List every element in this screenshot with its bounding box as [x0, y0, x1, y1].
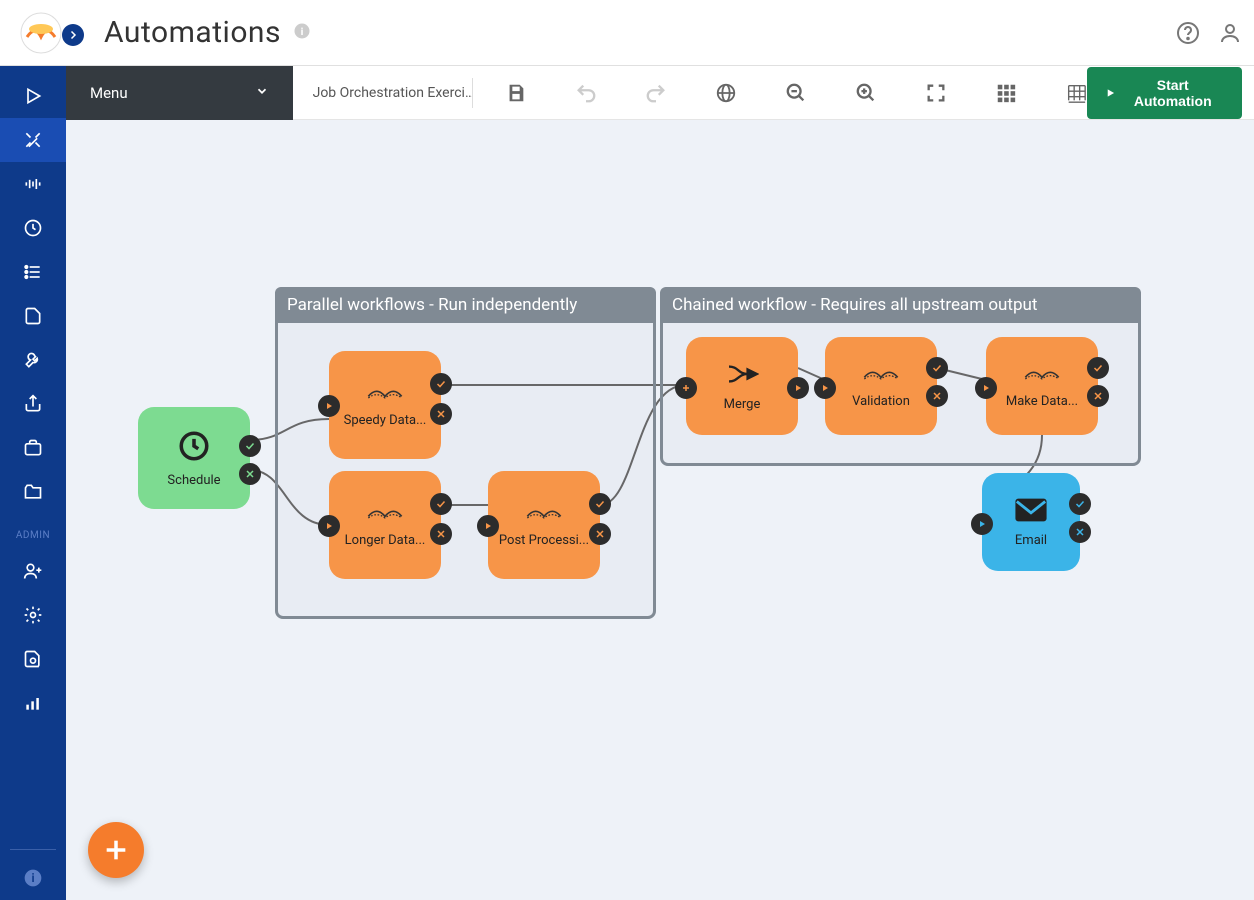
port-out-fail[interactable]: [926, 385, 948, 407]
project-name[interactable]: Job Orchestration Exerci…: [293, 78, 473, 108]
wave-icon: [1022, 364, 1062, 388]
port-out-success[interactable]: [430, 493, 452, 515]
sidebar-item-streams[interactable]: [0, 162, 66, 206]
app-header: Automations i: [0, 0, 1254, 66]
port-out-success[interactable]: [589, 493, 611, 515]
port-out-success[interactable]: [926, 357, 948, 379]
node-label: Speedy Data...: [336, 413, 435, 428]
port-out-fail[interactable]: [430, 403, 452, 425]
undo-icon[interactable]: [575, 82, 597, 104]
port-out[interactable]: [787, 377, 809, 399]
port-in[interactable]: [675, 377, 697, 399]
page-title: Automations: [104, 15, 281, 50]
globe-icon[interactable]: [715, 82, 737, 104]
port-out-fail[interactable]: [430, 523, 452, 545]
port-out-fail[interactable]: [1087, 385, 1109, 407]
merge-icon: [725, 361, 759, 391]
sidebar: ADMIN i: [0, 66, 66, 900]
user-icon[interactable]: [1218, 21, 1242, 45]
node-speedy-data[interactable]: Speedy Data...: [329, 351, 441, 459]
port-in[interactable]: [814, 377, 836, 399]
admin-label: ADMIN: [0, 514, 66, 549]
sidebar-item-jobs[interactable]: [0, 426, 66, 470]
app-logo: [19, 11, 63, 55]
port-out-success[interactable]: [430, 373, 452, 395]
clock-icon: [177, 429, 211, 467]
expand-sidebar-button[interactable]: [62, 24, 84, 46]
menu-label: Menu: [90, 84, 128, 102]
node-label: Merge: [716, 397, 769, 412]
port-in[interactable]: [318, 395, 340, 417]
port-out-success[interactable]: [239, 435, 261, 457]
sidebar-item-tasks[interactable]: [0, 250, 66, 294]
chevron-down-icon: [255, 84, 269, 102]
sidebar-item-automations[interactable]: [0, 118, 66, 162]
sidebar-item-projects[interactable]: [0, 470, 66, 514]
sidebar-item-settings[interactable]: [0, 593, 66, 637]
sidebar-item-storage[interactable]: [0, 637, 66, 681]
sidebar-item-schedules[interactable]: [0, 206, 66, 250]
help-icon[interactable]: [1176, 21, 1200, 45]
port-out-success[interactable]: [1087, 357, 1109, 379]
sidebar-item-users[interactable]: [0, 549, 66, 593]
start-label: Start Automation: [1121, 77, 1224, 109]
node-merge[interactable]: Merge: [686, 337, 798, 435]
sidebar-item-info[interactable]: i: [0, 856, 66, 900]
sidebar-item-share[interactable]: [0, 382, 66, 426]
port-in[interactable]: [318, 515, 340, 537]
svg-text:i: i: [301, 24, 304, 37]
sidebar-item-tools[interactable]: [0, 338, 66, 382]
wave-icon: [524, 503, 564, 527]
workflow-canvas[interactable]: Schedule Speedy Data... Longer Data... P…: [66, 120, 1254, 900]
svg-text:i: i: [31, 871, 34, 885]
envelope-icon: [1014, 497, 1048, 527]
sidebar-item-stats[interactable]: [0, 681, 66, 725]
port-in[interactable]: [971, 513, 993, 535]
port-out-fail[interactable]: [589, 523, 611, 545]
node-label: Post Processi...: [491, 533, 597, 548]
wave-icon: [365, 383, 405, 407]
node-label: Email: [1007, 533, 1055, 548]
start-automation-button[interactable]: Start Automation: [1087, 67, 1242, 119]
port-in[interactable]: [975, 377, 997, 399]
redo-icon[interactable]: [645, 82, 667, 104]
port-in[interactable]: [477, 515, 499, 537]
menu-button[interactable]: Menu: [66, 66, 293, 120]
node-longer-data[interactable]: Longer Data...: [329, 471, 441, 579]
fit-icon[interactable]: [925, 82, 947, 104]
zoom-in-icon[interactable]: [855, 82, 877, 104]
toolbar: Menu Job Orchestration Exerci… Start Aut…: [66, 66, 1254, 120]
save-icon[interactable]: [505, 82, 527, 104]
wave-icon: [861, 364, 901, 388]
port-out-fail[interactable]: [1069, 521, 1091, 543]
node-schedule[interactable]: Schedule: [138, 407, 250, 509]
node-validation[interactable]: Validation: [825, 337, 937, 435]
sidebar-item-files[interactable]: [0, 294, 66, 338]
node-label: Validation: [844, 394, 918, 409]
node-label: Schedule: [159, 473, 228, 488]
add-fab[interactable]: [88, 822, 144, 878]
node-label: Make Data...: [998, 394, 1086, 409]
node-make-data[interactable]: Make Data...: [986, 337, 1098, 435]
node-label: Longer Data...: [337, 533, 434, 548]
wave-icon: [365, 503, 405, 527]
zoom-out-icon[interactable]: [785, 82, 807, 104]
info-icon[interactable]: i: [293, 22, 311, 44]
sidebar-item-run[interactable]: [0, 74, 66, 118]
grid-lines-icon[interactable]: [1065, 82, 1087, 104]
node-post-processing[interactable]: Post Processi...: [488, 471, 600, 579]
sidebar-divider: [10, 849, 56, 850]
node-email[interactable]: Email: [982, 473, 1080, 571]
grid-fill-icon[interactable]: [995, 82, 1017, 104]
port-out-success[interactable]: [1069, 493, 1091, 515]
logo-area: [0, 0, 82, 66]
port-out-fail[interactable]: [239, 463, 261, 485]
